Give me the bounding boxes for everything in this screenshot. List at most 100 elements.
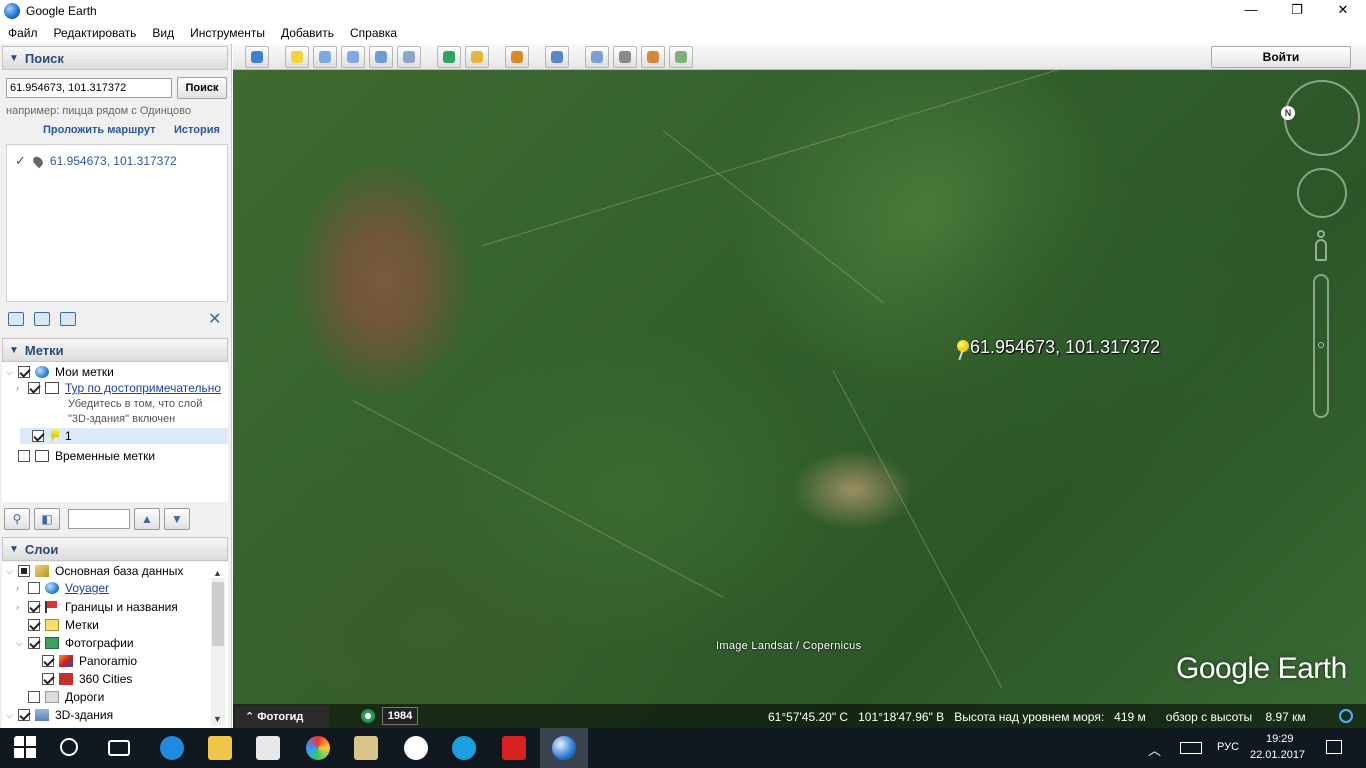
search-button[interactable]: Поиск: [177, 77, 227, 99]
print-icon[interactable]: [60, 312, 76, 326]
print-icon[interactable]: [613, 46, 637, 68]
clear-search-icon[interactable]: ✕: [208, 309, 221, 329]
history-link[interactable]: История: [174, 124, 220, 136]
tree-item-tour[interactable]: › Тур по достопримечательно: [16, 380, 221, 396]
add-folder-icon[interactable]: [8, 312, 24, 326]
checkbox[interactable]: [28, 382, 40, 394]
collapse-triangle-icon[interactable]: ▼: [9, 544, 19, 555]
collapse-triangle-icon[interactable]: ▼: [9, 345, 19, 356]
layer-voyager[interactable]: › Voyager: [16, 580, 109, 596]
maps-app-icon[interactable]: [354, 736, 378, 760]
search-section-header[interactable]: ▼ Поиск: [2, 46, 228, 70]
map-view[interactable]: 61.954673, 101.317372 Image Landsat / Co…: [233, 70, 1366, 728]
panel-toggle-icon[interactable]: ◧: [34, 508, 60, 530]
maximize-button[interactable]: ❐: [1274, 0, 1320, 22]
add-path-icon[interactable]: [341, 46, 365, 68]
checkbox[interactable]: [18, 450, 30, 462]
expand-icon[interactable]: ›: [16, 383, 26, 393]
chevron-up-icon[interactable]: ︿: [1148, 740, 1161, 759]
layer-photos[interactable]: ⌵ Фотографии: [16, 635, 134, 651]
sunlight-icon[interactable]: [465, 46, 489, 68]
places-section-header[interactable]: ▼ Метки: [2, 338, 228, 362]
placemark-label[interactable]: 61.954673, 101.317372: [970, 337, 1160, 358]
checkbox[interactable]: [28, 637, 40, 649]
menu-add[interactable]: Добавить: [273, 26, 342, 40]
yandex-icon[interactable]: [404, 736, 428, 760]
checkbox[interactable]: [18, 366, 30, 378]
notifications-icon[interactable]: [1326, 740, 1342, 754]
expand-icon[interactable]: ⌵: [6, 367, 16, 378]
minimize-button[interactable]: —: [1228, 0, 1274, 22]
layer-3d-buildings[interactable]: ⌵ 3D-здания: [6, 707, 113, 723]
google-earth-task-icon[interactable]: [552, 736, 576, 760]
layer-panoramio[interactable]: Panoramio: [30, 653, 137, 669]
checkbox[interactable]: [18, 709, 30, 721]
menu-tools[interactable]: Инструменты: [182, 26, 273, 40]
acrobat-icon[interactable]: [502, 736, 526, 760]
clock-time[interactable]: 19:29: [1266, 733, 1294, 745]
store-icon[interactable]: [256, 736, 280, 760]
expand-icon[interactable]: ⌵: [6, 710, 16, 721]
layers-section-header[interactable]: ▼ Слои: [2, 537, 228, 561]
record-tour-icon[interactable]: [397, 46, 421, 68]
north-icon[interactable]: N: [1281, 106, 1295, 120]
skype-icon[interactable]: [452, 736, 476, 760]
search-input[interactable]: [6, 78, 172, 98]
ruler-icon[interactable]: [545, 46, 569, 68]
clock-date[interactable]: 22.01.2017: [1250, 749, 1305, 761]
historical-imagery-icon[interactable]: [437, 46, 461, 68]
edge-icon[interactable]: [160, 736, 184, 760]
checkbox[interactable]: [42, 673, 54, 685]
keyboard-icon[interactable]: [1180, 742, 1202, 754]
layer-360-cities[interactable]: 360 Cities: [30, 671, 132, 687]
arrow-down-icon[interactable]: ▼: [164, 508, 190, 530]
layer-primary-database[interactable]: ⌵ Основная база данных: [6, 563, 183, 579]
checkbox[interactable]: [28, 619, 40, 631]
checkbox[interactable]: [18, 565, 30, 577]
layer-places[interactable]: Метки: [16, 617, 99, 633]
search-icon[interactable]: [60, 738, 78, 756]
look-control[interactable]: [1284, 80, 1360, 156]
planet-icon[interactable]: [505, 46, 529, 68]
search-result-item[interactable]: ✓ 61.954673, 101.317372: [15, 153, 177, 169]
close-button[interactable]: ✕: [1320, 0, 1366, 22]
places-search-input[interactable]: [68, 509, 130, 529]
collapse-triangle-icon[interactable]: ▼: [9, 53, 19, 64]
imagery-year[interactable]: 1984: [382, 707, 418, 725]
checkbox[interactable]: [28, 691, 40, 703]
move-control[interactable]: [1297, 168, 1347, 218]
historical-clock-icon[interactable]: [361, 709, 375, 723]
add-placemark-icon[interactable]: [285, 46, 309, 68]
layer-roads[interactable]: Дороги: [16, 689, 104, 705]
add-overlay-icon[interactable]: [369, 46, 393, 68]
menu-view[interactable]: Вид: [144, 26, 182, 40]
tree-item-placemark-1[interactable]: 1: [20, 428, 228, 444]
tour-guide-button[interactable]: ⌃ Фотогид: [235, 706, 329, 728]
sidebar-toggle-icon[interactable]: [245, 46, 269, 68]
menu-help[interactable]: Справка: [342, 26, 405, 40]
checkbox[interactable]: [28, 601, 40, 613]
expand-icon[interactable]: ⌵: [16, 638, 26, 649]
expand-icon[interactable]: ›: [16, 602, 26, 612]
pushpin-icon[interactable]: [955, 340, 969, 361]
expand-icon[interactable]: ›: [16, 583, 26, 593]
arrow-up-icon[interactable]: ▲: [134, 508, 160, 530]
search-icon[interactable]: ⚲: [4, 508, 30, 530]
directions-link[interactable]: Проложить маршрут: [43, 124, 155, 136]
add-polygon-icon[interactable]: [313, 46, 337, 68]
street-view-icon[interactable]: [1313, 230, 1329, 264]
tree-item-my-places[interactable]: ⌵ Мои метки: [6, 364, 114, 380]
file-explorer-icon[interactable]: [208, 736, 232, 760]
view-in-maps-icon[interactable]: [669, 46, 693, 68]
menu-edit[interactable]: Редактировать: [46, 26, 145, 40]
zoom-slider[interactable]: [1313, 274, 1329, 418]
layers-scrollbar[interactable]: ▲ ▼: [211, 568, 225, 726]
save-image-icon[interactable]: [641, 46, 665, 68]
email-icon[interactable]: [585, 46, 609, 68]
expand-icon[interactable]: ⌵: [6, 566, 16, 577]
scroll-thumb[interactable]: [212, 582, 224, 646]
chrome-icon[interactable]: [306, 736, 330, 760]
checkbox[interactable]: [32, 430, 44, 442]
login-button[interactable]: Войти: [1211, 46, 1351, 68]
tree-item-temporary[interactable]: Временные метки: [6, 448, 155, 464]
